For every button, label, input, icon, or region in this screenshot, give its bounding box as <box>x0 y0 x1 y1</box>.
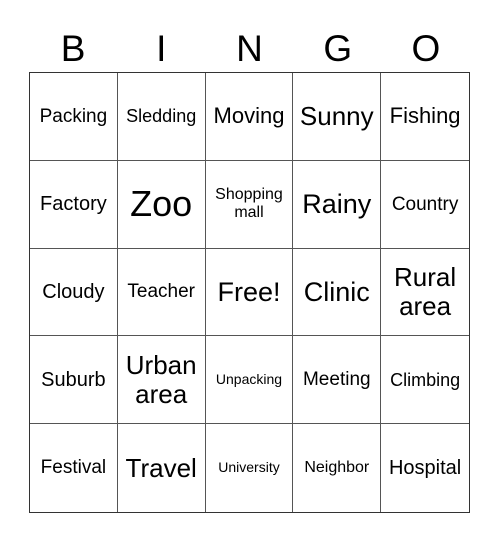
header-letter-n: N <box>236 28 263 69</box>
bingo-cell[interactable]: Clinic <box>293 248 382 337</box>
bingo-cell[interactable]: Unpacking <box>205 336 294 425</box>
bingo-cell[interactable]: Cloudy <box>30 248 118 337</box>
bingo-cell[interactable]: Packing <box>30 73 118 161</box>
bingo-cell[interactable]: Suburb <box>30 336 118 425</box>
bingo-header: B I N G O <box>29 26 470 72</box>
bingo-cell[interactable]: Moving <box>205 73 294 161</box>
bingo-cell[interactable]: Fishing <box>381 73 469 161</box>
bingo-cell[interactable]: Neighbor <box>293 424 382 512</box>
bingo-cell[interactable]: Hospital <box>381 424 469 512</box>
bingo-cell[interactable]: University <box>206 424 294 512</box>
bingo-cell[interactable]: Meeting <box>293 336 382 425</box>
bingo-grid: Packing Sledding Moving Sunny Fishing Factory… <box>29 72 470 513</box>
bingo-cell[interactable]: Country <box>381 161 469 249</box>
bingo-cell[interactable]: Festival <box>30 424 118 512</box>
bingo-cell[interactable]: Teacher <box>117 248 206 337</box>
free-space-cell[interactable]: Free! <box>205 248 294 337</box>
header-letter-g: G <box>323 28 353 69</box>
bingo-cell[interactable]: Zoo <box>117 160 206 249</box>
bingo-cell[interactable]: Shopping mall <box>205 160 294 249</box>
header-letter-o: O <box>411 28 441 69</box>
bingo-cell[interactable]: Factory <box>30 160 118 249</box>
bingo-cell[interactable]: Sunny <box>293 73 382 161</box>
bingo-cell[interactable]: Rural area <box>381 249 469 337</box>
bingo-cell[interactable]: Rainy <box>293 160 382 249</box>
bingo-cell[interactable]: Travel <box>118 424 206 512</box>
bingo-cell[interactable]: Climbing <box>381 336 469 425</box>
header-letter-i: I <box>156 28 167 69</box>
header-letter-b: B <box>60 28 86 69</box>
bingo-cell[interactable]: Urban area <box>117 336 206 425</box>
bingo-cell[interactable]: Sledding <box>117 73 206 161</box>
